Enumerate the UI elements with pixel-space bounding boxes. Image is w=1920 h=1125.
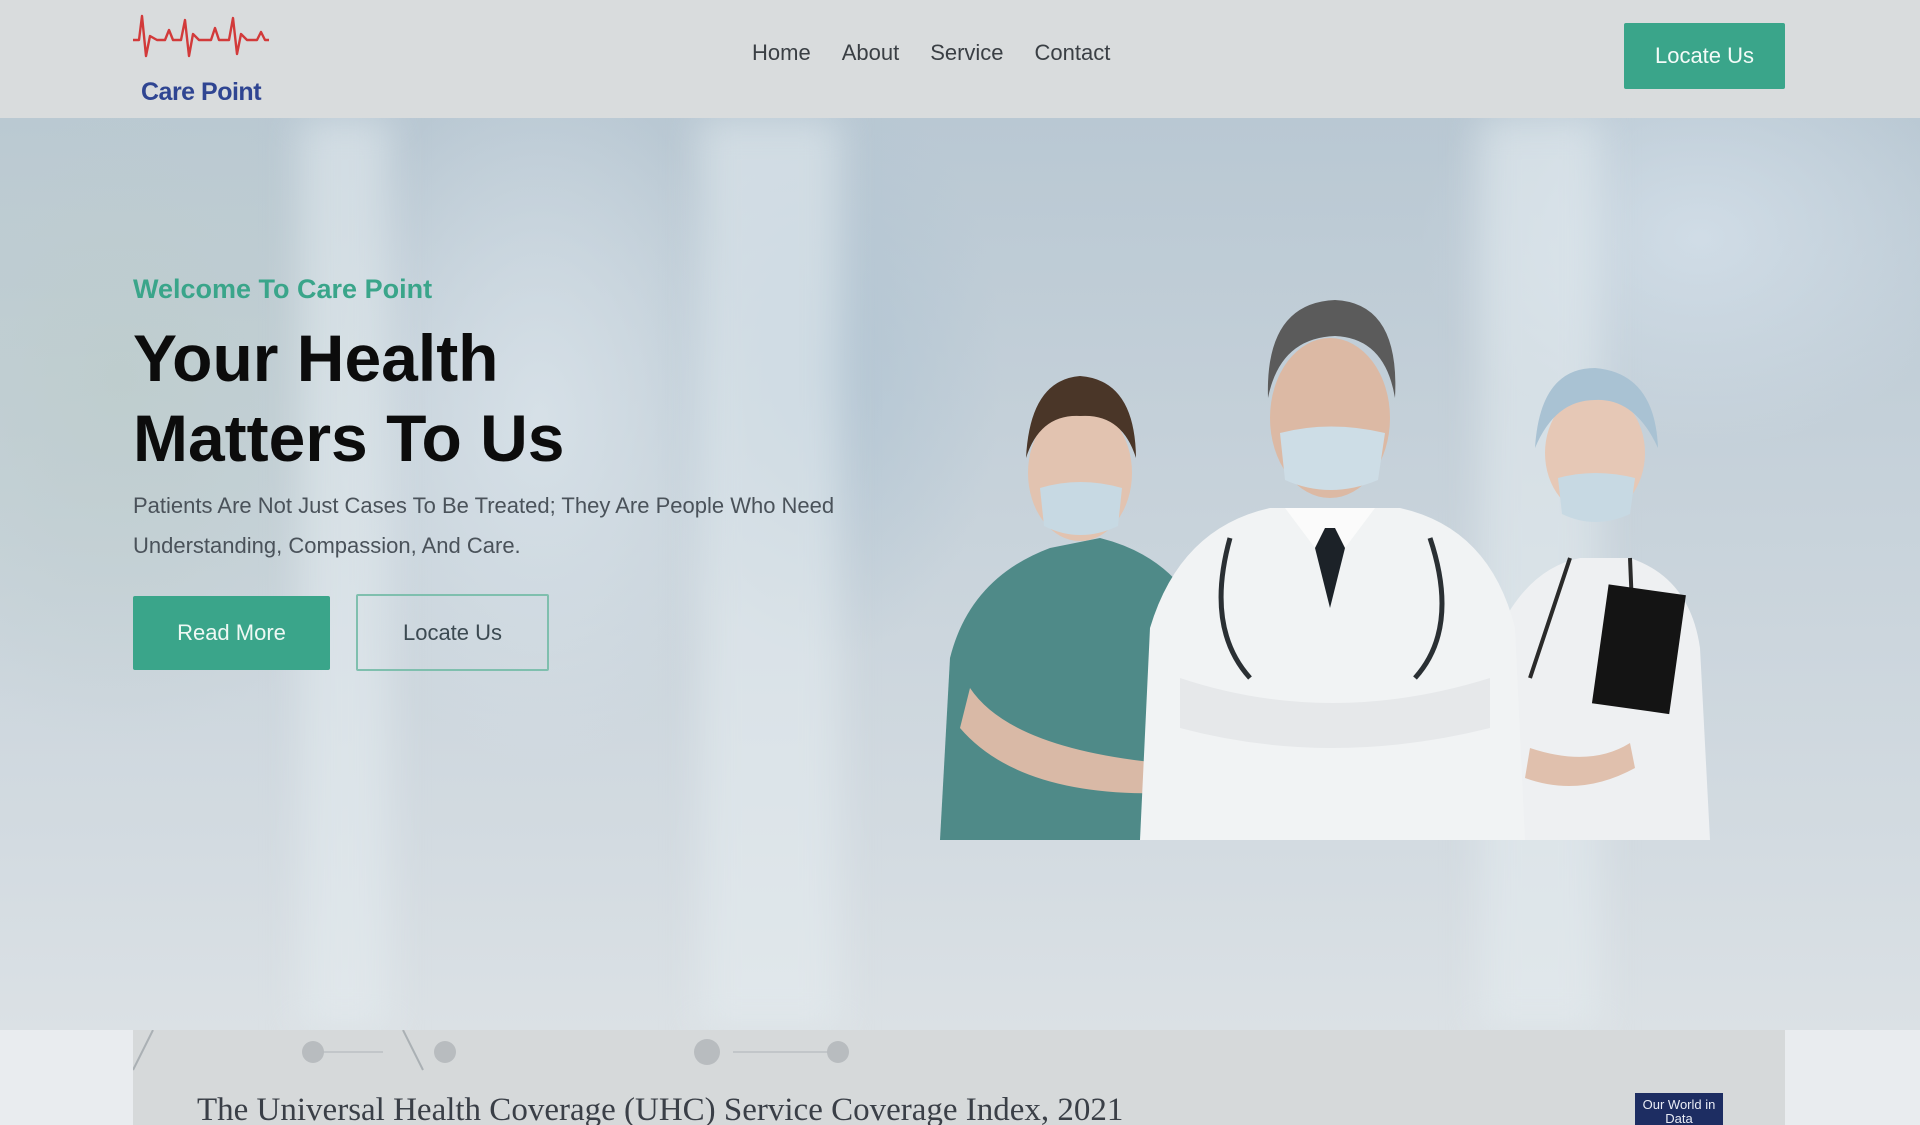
card-decoration: [133, 1030, 849, 1071]
doctor-center: [1140, 300, 1525, 840]
nav-contact[interactable]: Contact: [1035, 40, 1111, 66]
nav-about[interactable]: About: [842, 40, 900, 66]
coverage-card: The Universal Health Coverage (UHC) Serv…: [133, 1030, 1785, 1125]
hero-subtitle: Patients Are Not Just Cases To Be Treate…: [133, 493, 835, 558]
background-blur: [700, 118, 840, 1030]
hero-headline-line1: Your Health: [133, 321, 499, 395]
hero-headline: Your Health Matters To Us: [133, 318, 693, 478]
hero-headline-line2: Matters To Us: [133, 401, 565, 475]
nurse-right: [1490, 368, 1710, 840]
locate-us-header-button[interactable]: Locate Us: [1624, 23, 1785, 89]
hero-section: Welcome To Care Point Your Health Matter…: [0, 118, 1920, 1030]
background-blur: [300, 118, 390, 1030]
locate-us-hero-button[interactable]: Locate Us: [356, 594, 549, 671]
doctors-image: [940, 300, 1710, 840]
site-header: Care Point Home About Service Contact Lo…: [0, 0, 1920, 118]
logo-text: Care Point: [141, 78, 262, 106]
main-nav: Home About Service Contact: [752, 40, 1110, 66]
nav-service[interactable]: Service: [930, 40, 1003, 66]
owid-badge[interactable]: Our World in Data: [1635, 1093, 1723, 1125]
hero-welcome: Welcome To Care Point: [133, 274, 433, 304]
read-more-button[interactable]: Read More: [133, 596, 330, 670]
card-title: The Universal Health Coverage (UHC) Serv…: [197, 1092, 1124, 1125]
nav-home[interactable]: Home: [752, 40, 811, 66]
heartbeat-logo-icon: [133, 14, 269, 58]
logo[interactable]: Care Point: [133, 12, 269, 106]
